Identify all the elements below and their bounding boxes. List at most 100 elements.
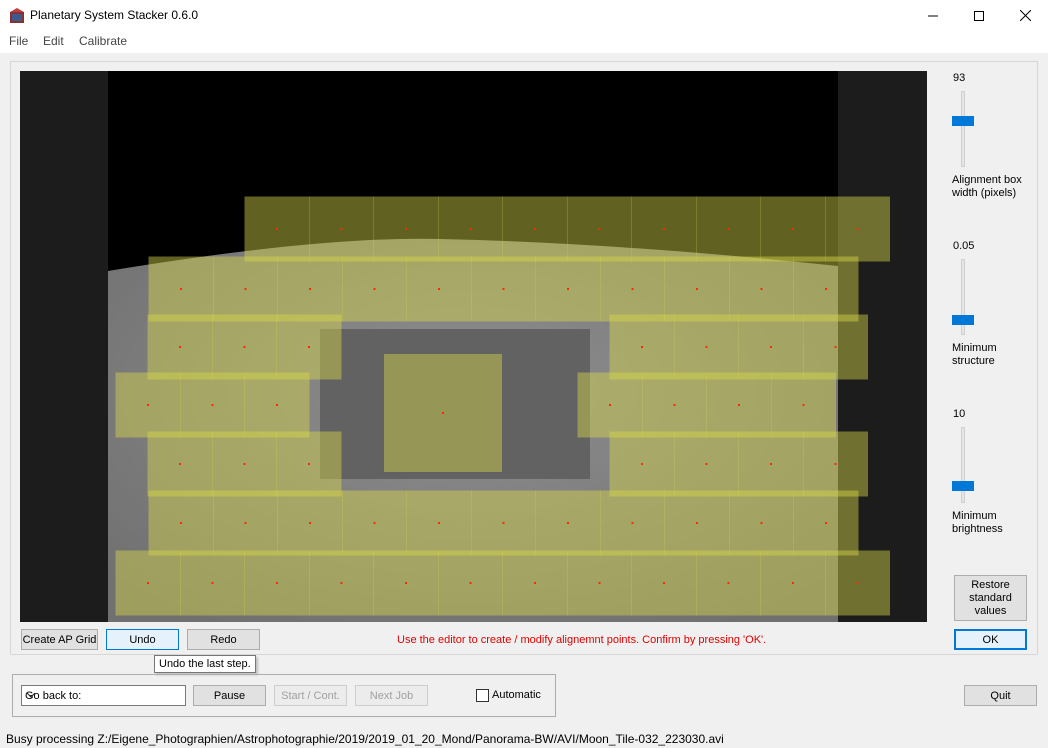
alignment-point[interactable]	[340, 582, 343, 584]
restore-line: Restore	[971, 578, 1010, 591]
alignment-point[interactable]	[641, 346, 643, 348]
alignment-point[interactable]	[856, 582, 859, 584]
alignment-point[interactable]	[631, 522, 634, 524]
alignment-point[interactable]	[825, 288, 827, 290]
menu-calibrate[interactable]: Calibrate	[79, 34, 127, 48]
alignment-point[interactable]	[340, 228, 343, 230]
alignment-point[interactable]	[705, 346, 708, 348]
minimum-brightness-label: Minimum brightness	[952, 510, 1032, 536]
alignment-point[interactable]	[696, 288, 698, 290]
alignment-point[interactable]	[856, 228, 859, 230]
alignment-point[interactable]	[276, 404, 278, 406]
alignment-point[interactable]	[211, 404, 214, 406]
alignment-point[interactable]	[373, 288, 376, 290]
alignment-point[interactable]	[534, 228, 536, 230]
alignment-point[interactable]	[442, 412, 444, 414]
minimum-structure-value: 0.05	[953, 240, 975, 252]
alignment-point[interactable]	[760, 288, 763, 290]
alignment-point[interactable]	[405, 582, 407, 584]
alignment-point[interactable]	[598, 228, 601, 230]
alignment-point[interactable]	[502, 522, 505, 524]
quit-button[interactable]: Quit	[964, 685, 1037, 706]
alignment-point[interactable]	[309, 288, 311, 290]
alignment-point[interactable]	[244, 288, 247, 290]
alignment-point[interactable]	[834, 346, 837, 348]
alignment-point[interactable]	[180, 522, 182, 524]
alignment-point[interactable]	[770, 463, 772, 465]
alignment-point[interactable]	[696, 522, 698, 524]
alignment-point[interactable]	[834, 463, 837, 465]
restore-standard-values-button[interactable]: Restore standard values	[954, 575, 1027, 621]
alignment-point[interactable]	[760, 522, 763, 524]
alignment-point[interactable]	[738, 404, 740, 406]
label-line: Minimum	[952, 510, 997, 522]
alignment-point[interactable]	[276, 582, 278, 584]
minimum-brightness-track[interactable]	[961, 427, 965, 503]
label-line: structure	[952, 355, 995, 367]
start-cont-button[interactable]: Start / Cont.	[274, 685, 347, 706]
alignment-point[interactable]	[373, 522, 376, 524]
alignment-point[interactable]	[179, 463, 181, 465]
alignment-point[interactable]	[705, 463, 708, 465]
alignment-point[interactable]	[179, 346, 181, 348]
alignment-point[interactable]	[727, 582, 730, 584]
restore-line: values	[974, 604, 1007, 617]
menu-file[interactable]: File	[9, 34, 28, 48]
alignment-point[interactable]	[641, 463, 643, 465]
alignment-point[interactable]	[631, 288, 634, 290]
menu-edit[interactable]: Edit	[43, 34, 64, 48]
pause-button[interactable]: Pause	[193, 685, 266, 706]
alignment-point[interactable]	[308, 463, 310, 465]
alignment-point[interactable]	[243, 346, 246, 348]
alignment-point[interactable]	[438, 522, 440, 524]
alignment-point[interactable]	[567, 288, 569, 290]
alignment-point[interactable]	[211, 582, 214, 584]
alignment-point[interactable]	[469, 228, 472, 230]
alignment-point[interactable]	[609, 404, 611, 406]
alignment-point[interactable]	[405, 228, 407, 230]
undo-button[interactable]: Undo	[106, 629, 179, 650]
alignment-point[interactable]	[663, 582, 665, 584]
alignment-point[interactable]	[792, 228, 794, 230]
label-line: Minimum	[952, 342, 997, 354]
alignment-box-width-slider[interactable]	[952, 116, 974, 126]
alignment-point[interactable]	[727, 228, 730, 230]
alignment-point[interactable]	[147, 582, 149, 584]
minimum-brightness-slider[interactable]	[952, 481, 974, 491]
alignment-point[interactable]	[673, 404, 676, 406]
automatic-checkbox[interactable]	[476, 689, 489, 702]
alignment-point[interactable]	[244, 522, 247, 524]
alignment-point[interactable]	[502, 288, 505, 290]
create-ap-grid-button[interactable]: Create AP Grid	[21, 629, 98, 650]
alignment-point[interactable]	[802, 404, 805, 406]
alignment-point[interactable]	[825, 522, 827, 524]
automatic-label: Automatic	[492, 689, 541, 701]
image-viewer[interactable]	[20, 71, 927, 622]
redo-button[interactable]: Redo	[187, 629, 260, 650]
alignment-point[interactable]	[792, 582, 794, 584]
alignment-point[interactable]	[180, 288, 182, 290]
alignment-point[interactable]	[308, 346, 310, 348]
alignment-point[interactable]	[276, 228, 278, 230]
alignment-box-width-track[interactable]	[961, 91, 965, 167]
alignment-point[interactable]	[770, 346, 772, 348]
alignment-point[interactable]	[469, 582, 472, 584]
label-line: brightness	[952, 523, 1003, 535]
alignment-point[interactable]	[534, 582, 536, 584]
alignment-point[interactable]	[309, 522, 311, 524]
go-back-select[interactable]: Go back to:	[21, 685, 186, 706]
alignment-point[interactable]	[663, 228, 665, 230]
alignment-point[interactable]	[243, 463, 246, 465]
maximize-icon[interactable]	[956, 0, 1002, 31]
alignment-box-width-value: 93	[953, 72, 966, 84]
minimum-structure-slider[interactable]	[952, 315, 974, 325]
alignment-point[interactable]	[147, 404, 149, 406]
next-job-button[interactable]: Next Job	[355, 685, 428, 706]
alignment-point[interactable]	[438, 288, 440, 290]
minimize-icon[interactable]	[910, 0, 956, 31]
alignment-point[interactable]	[598, 582, 601, 584]
ok-button[interactable]: OK	[954, 629, 1027, 650]
alignment-point[interactable]	[567, 522, 569, 524]
close-icon[interactable]	[1002, 0, 1048, 31]
undo-tooltip: Undo the last step.	[154, 655, 256, 673]
